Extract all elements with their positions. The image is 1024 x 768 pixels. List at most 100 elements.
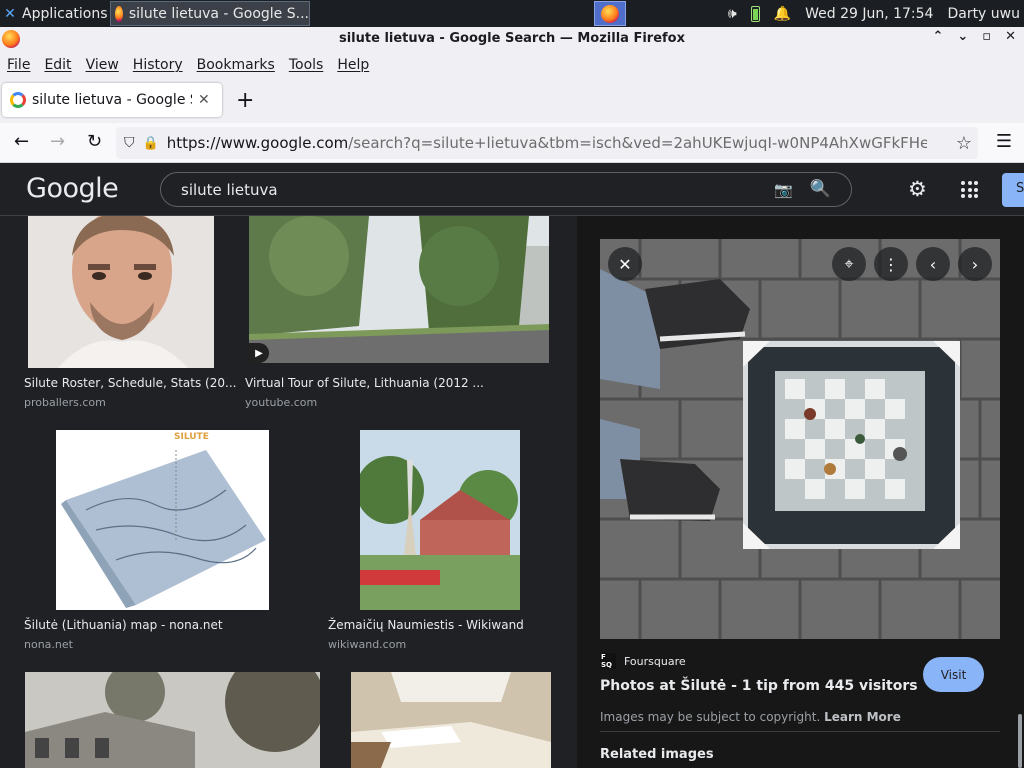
menu-help[interactable]: Help xyxy=(330,57,376,73)
workspace-switcher[interactable] xyxy=(594,1,626,26)
taskbar-firefox-window[interactable]: silute lietuva - Google S... xyxy=(110,1,310,26)
google-logo[interactable]: Google xyxy=(26,173,119,204)
previous-image-icon[interactable]: ‹ xyxy=(916,247,950,281)
reload-icon[interactable]: ↻ xyxy=(87,131,102,152)
divider xyxy=(600,731,1000,732)
result-title[interactable]: Žemaičių Naumiestis - Wikiwand xyxy=(328,618,524,632)
close-icon[interactable]: ✕ xyxy=(1005,29,1016,44)
logo-letter: o xyxy=(46,173,63,204)
taskbar-window-title: silute lietuva - Google S... xyxy=(128,5,309,22)
window-controls: ⌃ ⌄ ▫ ✕ xyxy=(932,29,1016,44)
url-bar[interactable]: ⛉ 🔒 https://www.google.com/search?q=silu… xyxy=(116,127,978,159)
menu-bar: File Edit View History Bookmarks Tools H… xyxy=(0,51,1024,78)
new-tab-button[interactable]: + xyxy=(236,88,254,113)
result-thumbnail[interactable]: ▶ xyxy=(249,216,549,363)
result-thumbnail[interactable] xyxy=(360,430,520,610)
result-thumbnail[interactable] xyxy=(25,672,320,768)
firefox-icon xyxy=(601,4,619,23)
google-favicon-icon xyxy=(10,92,26,108)
tab-strip: silute lietuva - Google Se ✕ + xyxy=(0,78,1024,123)
image-results-grid: Silute Roster, Schedule, Stats (20... pr… xyxy=(0,216,577,768)
search-input[interactable]: silute lietuva xyxy=(181,181,278,199)
desktop-panel: ✕ Applications ⋮ silute lietuva - Google… xyxy=(0,0,1024,27)
tracking-shield-icon[interactable]: ⛉ xyxy=(124,135,135,151)
preview-source[interactable]: F SQ Foursquare xyxy=(600,653,686,669)
preview-image[interactable]: ✕ ⌖ ⋮ ‹ › xyxy=(600,239,1000,639)
clock[interactable]: Wed 29 Jun, 17:54 xyxy=(805,6,933,22)
firefox-icon xyxy=(115,5,123,22)
user-menu[interactable]: Darty uwu xyxy=(947,6,1020,22)
menu-history[interactable]: History xyxy=(126,57,190,73)
google-header: Google silute lietuva 📷 🔍 ⚙ S xyxy=(0,163,1024,216)
maximize-icon[interactable]: ▫ xyxy=(982,29,991,44)
battery-icon[interactable] xyxy=(750,5,760,22)
logo-letter: g xyxy=(78,173,96,204)
map-thumb-label: SILUTE xyxy=(174,432,209,442)
image-preview-panel: ✕ ⌖ ⋮ ‹ › F SQ Foursquare Photos at Šilu… xyxy=(577,216,1024,768)
related-images-heading: Related images xyxy=(600,747,714,762)
result-title[interactable]: Šilutė (Lithuania) map - nona.net xyxy=(24,618,223,632)
app-menu-icon[interactable]: ☰ xyxy=(996,131,1012,152)
tab-close-icon[interactable]: ✕ xyxy=(198,92,210,108)
visit-button[interactable]: Visit xyxy=(923,657,984,692)
result-thumbnail[interactable] xyxy=(28,216,214,368)
copyright-text: Images may be subject to copyright. xyxy=(600,710,821,724)
logo-letter: e xyxy=(102,173,119,204)
result-thumbnail[interactable]: SILUTE xyxy=(56,430,269,610)
bookmark-star-icon[interactable]: ☆ xyxy=(956,133,972,154)
next-image-icon[interactable]: › xyxy=(958,247,992,281)
result-card[interactable]: Žemaičių Naumiestis - Wikiwand wikiwand.… xyxy=(300,430,560,651)
menu-file[interactable]: File xyxy=(0,57,37,73)
back-icon[interactable]: ← xyxy=(14,131,29,152)
applications-menu[interactable]: ✕ Applications ⋮ xyxy=(2,0,125,27)
applications-label: Applications xyxy=(22,5,108,22)
window-titlebar: silute lietuva - Google Search — Mozilla… xyxy=(0,27,1024,51)
learn-more-link[interactable]: Learn More xyxy=(824,710,901,724)
camera-search-icon[interactable]: 📷 xyxy=(774,181,793,199)
result-card[interactable]: SILUTE Šilutė (Lithuania) map - nona.net… xyxy=(0,430,300,651)
tab-label: silute lietuva - Google Se xyxy=(32,92,192,108)
result-source: youtube.com xyxy=(245,396,318,409)
search-icon[interactable]: 🔍 xyxy=(810,179,831,199)
minimize-icon[interactable]: ⌃ xyxy=(932,29,943,44)
play-icon[interactable]: ▶ xyxy=(249,343,269,363)
result-title[interactable]: Virtual Tour of Silute, Lithuania (2012 … xyxy=(245,376,484,390)
system-tray: 🕪 🔔 Wed 29 Jun, 17:54 Darty uwu xyxy=(728,0,1020,27)
menu-view[interactable]: View xyxy=(79,57,126,73)
settings-gear-icon[interactable]: ⚙ xyxy=(908,177,927,201)
foursquare-logo: F SQ xyxy=(600,653,616,669)
menu-bookmarks[interactable]: Bookmarks xyxy=(190,57,282,73)
sign-in-button[interactable]: S xyxy=(1002,173,1024,207)
forward-icon[interactable]: → xyxy=(50,131,65,152)
menu-edit[interactable]: Edit xyxy=(37,57,78,73)
more-options-icon[interactable]: ⋮ xyxy=(874,247,908,281)
logo-letter: G xyxy=(26,173,47,204)
window-title: silute lietuva - Google Search — Mozilla… xyxy=(338,31,685,46)
volume-icon[interactable]: 🕪 xyxy=(728,6,737,22)
lens-search-icon[interactable]: ⌖ xyxy=(832,247,866,281)
shade-icon[interactable]: ⌄ xyxy=(957,29,968,44)
logo-letter: o xyxy=(62,173,79,204)
preview-source-name: Foursquare xyxy=(624,654,686,668)
menu-tools[interactable]: Tools xyxy=(282,57,331,73)
lock-icon[interactable]: 🔒 xyxy=(143,136,159,151)
copyright-notice: Images may be subject to copyright. Lear… xyxy=(600,710,901,724)
xfce-logo-icon: ✕ xyxy=(4,5,16,22)
result-title[interactable]: Silute Roster, Schedule, Stats (20... xyxy=(24,376,236,390)
result-card[interactable] xyxy=(0,672,330,768)
close-preview-icon[interactable]: ✕ xyxy=(608,247,642,281)
notification-bell-icon[interactable]: 🔔 xyxy=(774,6,791,22)
google-apps-icon[interactable] xyxy=(961,181,978,198)
result-card[interactable] xyxy=(330,672,560,768)
preview-title[interactable]: Photos at Šilutė - 1 tip from 445 visito… xyxy=(600,678,918,694)
result-card[interactable]: Silute Roster, Schedule, Stats (20... pr… xyxy=(0,216,236,416)
result-source: proballers.com xyxy=(24,396,106,409)
url-text[interactable]: https://www.google.com/search?q=silute+l… xyxy=(167,134,927,152)
search-box[interactable]: silute lietuva 📷 🔍 xyxy=(160,172,852,207)
url-host: https://www.google.com xyxy=(166,134,349,152)
navigation-toolbar: ← → ↻ ⛉ 🔒 https://www.google.com/search?… xyxy=(0,123,1024,163)
result-card[interactable]: ▶ Virtual Tour of Silute, Lithuania (201… xyxy=(230,216,560,416)
scrollbar[interactable] xyxy=(1018,714,1022,768)
tab-google-search[interactable]: silute lietuva - Google Se ✕ xyxy=(2,83,222,117)
result-thumbnail[interactable] xyxy=(351,672,551,768)
